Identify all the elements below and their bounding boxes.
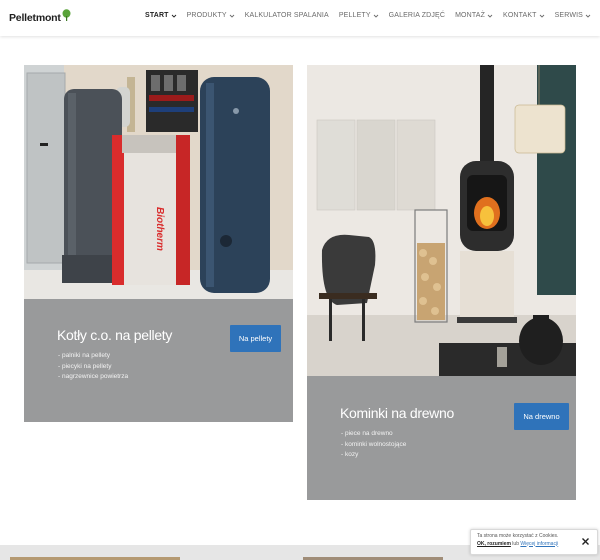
chevron-down-icon <box>171 14 176 18</box>
list-item: - kominki wolnostojące <box>341 440 407 448</box>
cookie-or-text: lub <box>512 540 519 547</box>
site-header: Pelletmont START PRODUKTY KALKULATOR SPA… <box>0 0 600 36</box>
nav-item-kalkulator-spalania[interactable]: KALKULATOR SPALANIA <box>245 12 329 19</box>
pellet-button[interactable]: Na pellety <box>230 325 281 352</box>
list-item: - nagrzewnice powietrza <box>58 373 129 380</box>
nav-item-pellety[interactable]: PELLETY <box>339 12 379 19</box>
nav-item-montaz[interactable]: MONTAŻ <box>455 12 493 19</box>
chevron-down-icon <box>487 14 493 18</box>
card-feature-list: - piece na drewno - kominki wolnostojące… <box>341 429 406 461</box>
nav-item-produkty[interactable]: PRODUKTY <box>187 12 235 19</box>
site-logo[interactable]: Pelletmont <box>9 9 71 26</box>
cookie-more-info-link[interactable]: Więcej informacji <box>520 541 558 547</box>
chevron-down-icon <box>539 14 544 18</box>
nav-item-start[interactable]: START <box>145 12 177 19</box>
cookie-accept-link[interactable]: OK, rozumiem <box>477 541 511 547</box>
card-feature-list: - palniki na pellety - piecyki na pellet… <box>58 351 128 383</box>
card-title: Kotły c.o. na pellety <box>57 327 173 343</box>
nav-item-galeria-zdjec[interactable]: GALERIA ZDJĘĆ <box>389 12 445 19</box>
close-icon[interactable] <box>580 536 591 547</box>
main-nav: START PRODUKTY KALKULATOR SPALANIA PELLE… <box>145 12 591 19</box>
list-item: - piece na drewno <box>341 430 393 437</box>
card-title: Kominki na drewno <box>340 405 454 421</box>
card-pellet-boilers: Biotherm Kotły c.o. na pellety Na pellet… <box>24 65 293 422</box>
list-item: - piecyki na pellety <box>58 362 112 370</box>
nav-item-kontakt[interactable]: KONTAKT <box>503 12 545 19</box>
pellet-boiler-image: Biotherm <box>24 65 293 299</box>
nav-item-serwis[interactable]: SERWIS <box>555 12 591 19</box>
cookie-notice: Ta strona może korzystać z Cookies. OK, … <box>470 529 598 555</box>
chevron-down-icon <box>373 14 378 18</box>
chevron-down-icon <box>585 14 591 18</box>
list-item: - kozy <box>341 451 359 458</box>
logo-text: Pelletmont <box>9 12 61 24</box>
list-item: - palniki na pellety <box>58 352 111 359</box>
boiler-brand-label: Biotherm <box>154 207 165 251</box>
wood-button[interactable]: Na drewno <box>514 403 569 430</box>
wood-stove-image <box>307 65 576 376</box>
card-wood-fireplaces: Kominki na drewno Na drewno - piece na d… <box>307 65 576 500</box>
leaf-logo-icon <box>62 9 71 21</box>
chevron-down-icon <box>229 14 235 18</box>
cookie-text: Ta strona może korzystać z Cookies. OK, … <box>477 533 559 547</box>
